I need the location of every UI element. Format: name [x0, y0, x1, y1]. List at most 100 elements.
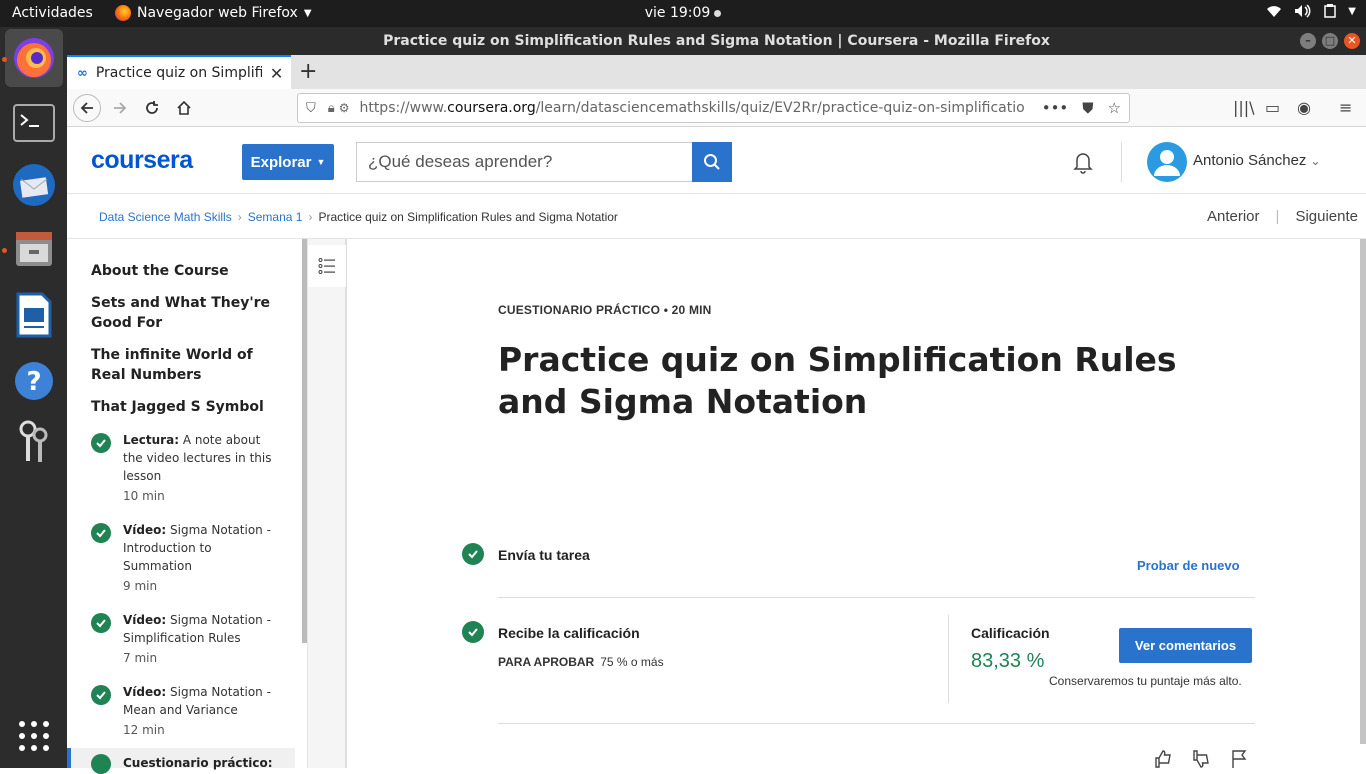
completed-check-icon [91, 685, 111, 705]
permissions-icon[interactable]: ⚙ [339, 101, 350, 115]
close-window-button[interactable]: ✕ [1344, 33, 1360, 49]
tab-title: Practice quiz on Simplification Rules an… [95, 65, 262, 81]
url-bar[interactable]: ⛉ 🔒︎ ⚙ https://www.coursera.org/learn/da… [297, 93, 1130, 123]
sidebar-section[interactable]: The infinite World of Real Numbers [91, 345, 281, 385]
divider [498, 723, 1255, 724]
explore-button[interactable]: Explorar ▼ [242, 144, 334, 180]
notifications-button[interactable] [1071, 150, 1095, 178]
maximize-button[interactable]: □ [1322, 33, 1338, 49]
breadcrumb: Data Science Math Skills › Semana 1 › Pr… [99, 210, 618, 224]
forward-button[interactable] [106, 94, 134, 122]
clock[interactable]: vie 19:09 [645, 5, 722, 21]
avatar[interactable] [1147, 142, 1187, 182]
pass-label: PARA APROBAR [498, 655, 595, 669]
chevron-down-icon: ▼ [303, 7, 312, 19]
dock-terminal[interactable] [5, 94, 63, 152]
previous-link[interactable]: Anterior [1207, 208, 1260, 225]
chevron-down-icon: ▼ [1348, 5, 1356, 17]
explore-label: Explorar [250, 153, 312, 171]
dock-passwords[interactable] [5, 413, 63, 471]
submit-step-label: Envía tu tarea [498, 547, 590, 563]
svg-text:?: ? [26, 367, 41, 397]
breadcrumb-course-link[interactable]: Data Science Math Skills [99, 210, 232, 224]
dock-help[interactable]: ? [5, 352, 63, 410]
coursera-logo[interactable]: coursera [91, 146, 193, 175]
app-menu[interactable]: Navegador web Firefox ▼ [115, 5, 312, 21]
bookmark-star-icon[interactable]: ☆ [1108, 99, 1121, 117]
breadcrumb-bar: Data Science Math Skills › Semana 1 › Pr… [67, 194, 1366, 239]
search-input[interactable]: ¿Qué deseas aprender? [356, 142, 692, 182]
item-duration: 10 min [123, 489, 165, 503]
list-icon [318, 258, 335, 274]
next-link[interactable]: Siguiente [1295, 208, 1358, 225]
system-tray[interactable]: ▼ [1266, 4, 1356, 18]
terminal-icon [13, 104, 55, 142]
sidebar-section[interactable]: That Jagged S Symbol [91, 397, 281, 417]
firefox-icon [14, 38, 54, 78]
show-applications-button[interactable] [5, 707, 63, 765]
grade-value: 83,33 % [971, 650, 1045, 672]
completed-check-icon [462, 543, 484, 565]
minimize-button[interactable]: – [1300, 33, 1316, 49]
dock-firefox[interactable] [5, 29, 63, 87]
divider [498, 597, 1255, 598]
breadcrumb-week-link[interactable]: Semana 1 [248, 210, 303, 224]
tab-active[interactable]: ∞ Practice quiz on Simplification Rules … [67, 55, 291, 89]
grid-icon [19, 721, 49, 751]
new-tab-button[interactable]: + [299, 59, 317, 84]
retry-button[interactable]: Probar de nuevo [1137, 558, 1240, 573]
item-kicker: CUESTIONARIO PRÁCTICO • 20 MIN [498, 303, 712, 317]
user-menu[interactable]: Antonio Sánchez ⌄ [1193, 152, 1320, 169]
pocket-icon[interactable]: ⛊ [1082, 99, 1093, 117]
dock-files[interactable] [5, 219, 63, 277]
completed-check-icon [462, 621, 484, 643]
item-type: Lectura: [123, 433, 179, 447]
search-placeholder: ¿Qué deseas aprender? [368, 152, 553, 171]
search-icon [704, 154, 720, 170]
highest-score-note: Conservaremos tu puntaje más alto. [1049, 674, 1242, 688]
dock-thunderbird[interactable] [5, 156, 63, 214]
user-icon [1154, 150, 1180, 176]
item-duration: 7 min [123, 651, 158, 665]
item-type: Vídeo: [123, 685, 167, 699]
tracking-shield-icon[interactable]: ⛉ [306, 101, 316, 116]
sidebar-active-item[interactable]: Cuestionario práctico: [67, 748, 295, 774]
flag-icon[interactable] [1229, 749, 1249, 769]
grade-divider [948, 615, 949, 703]
search-button[interactable] [692, 142, 732, 182]
dock-writer[interactable] [5, 286, 63, 344]
view-feedback-button[interactable]: Ver comentarios [1119, 628, 1252, 663]
library-icon[interactable]: |||\ [1233, 98, 1255, 117]
page-scrollbar[interactable] [1360, 239, 1366, 744]
activities-button[interactable]: Actividades [12, 5, 93, 21]
account-icon[interactable]: ◉ [1297, 98, 1311, 117]
sidebar-section[interactable]: About the Course [91, 261, 281, 281]
page-actions-icon[interactable]: ••• [1042, 99, 1069, 117]
hamburger-menu-icon[interactable]: ≡ [1339, 98, 1352, 117]
sidebar-icon[interactable]: ▭ [1265, 98, 1280, 117]
firefox-icon [115, 5, 131, 21]
tab-strip: ∞ Practice quiz on Simplification Rules … [67, 55, 1366, 89]
completed-check-icon [91, 433, 111, 453]
thunderbird-icon [13, 164, 55, 206]
home-icon [177, 100, 191, 115]
toggle-outline-button[interactable] [308, 245, 346, 287]
thumbs-down-icon[interactable] [1191, 749, 1211, 769]
lock-icon[interactable]: 🔒︎ [328, 101, 335, 116]
chevron-down-icon: ⌄ [1310, 154, 1321, 168]
page-title: Practice quiz on Simplification Rules an… [498, 340, 1177, 421]
back-button[interactable] [73, 94, 101, 122]
dock: ? [0, 27, 67, 768]
chevron-right-icon: › [237, 210, 242, 224]
sidebar-section[interactable]: Sets and What They're Good For [91, 293, 281, 333]
reload-button[interactable] [138, 94, 166, 122]
close-tab-icon[interactable]: ✕ [270, 64, 283, 83]
home-button[interactable] [170, 94, 198, 122]
wifi-icon [1267, 6, 1282, 17]
url-text: https://www.coursera.org/learn/datascien… [359, 100, 1025, 116]
thumbs-up-icon[interactable] [1153, 749, 1173, 769]
header-divider [1121, 142, 1122, 182]
system-top-bar: Actividades Navegador web Firefox ▼ vie … [0, 0, 1366, 27]
arrow-right-icon [114, 102, 127, 114]
receive-grade-label: Recibe la calificación [498, 625, 640, 641]
